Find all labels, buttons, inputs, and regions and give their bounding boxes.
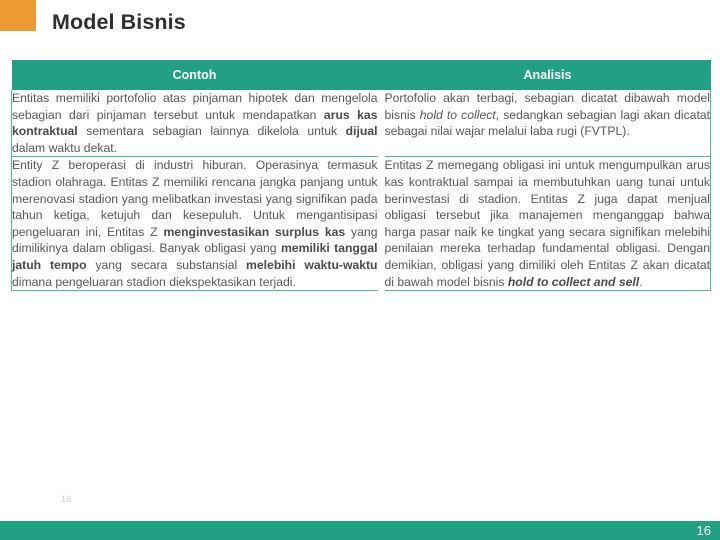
business-model-table-wrapper: Contoh Analisis Entitas memiliki portofo…: [11, 60, 711, 292]
cell-contoh-row1: Entitas memiliki portofolio atas pinjama…: [11, 90, 378, 158]
cell-analisis-row2: Entitas Z memegang obligasi ini untuk me…: [384, 156, 711, 292]
table-header-row: Contoh Analisis: [11, 60, 711, 90]
slide-canvas: Model Bisnis Contoh Analisis Entitas mem…: [0, 0, 720, 540]
page-title: Model Bisnis: [52, 10, 186, 34]
page-number-faint: 16: [61, 494, 73, 504]
column-header-analisis: Analisis: [384, 60, 711, 90]
table-body: Entitas memiliki portofolio atas pinjama…: [11, 90, 711, 292]
header-gap: [377, 60, 385, 90]
column-spacer: [377, 90, 385, 157]
page-number-footer: 16: [696, 523, 711, 538]
column-header-contoh: Contoh: [11, 60, 378, 90]
column-spacer: [377, 156, 385, 291]
cell-analisis-row1: Portofolio akan terbagi, sebagian dicata…: [384, 90, 711, 158]
cell-contoh-row2: Entity Z beroperasi di industri hiburan.…: [11, 156, 378, 292]
slide-title-bar: Model Bisnis: [0, 0, 720, 52]
table-row: Entitas memiliki portofolio atas pinjama…: [11, 90, 711, 158]
table-head: Contoh Analisis: [11, 60, 711, 90]
orange-accent-square: [0, 0, 36, 31]
footer-bar: 16: [0, 521, 720, 540]
business-model-table: Contoh Analisis Entitas memiliki portofo…: [11, 60, 711, 292]
table-row: Entity Z beroperasi di industri hiburan.…: [11, 156, 711, 292]
